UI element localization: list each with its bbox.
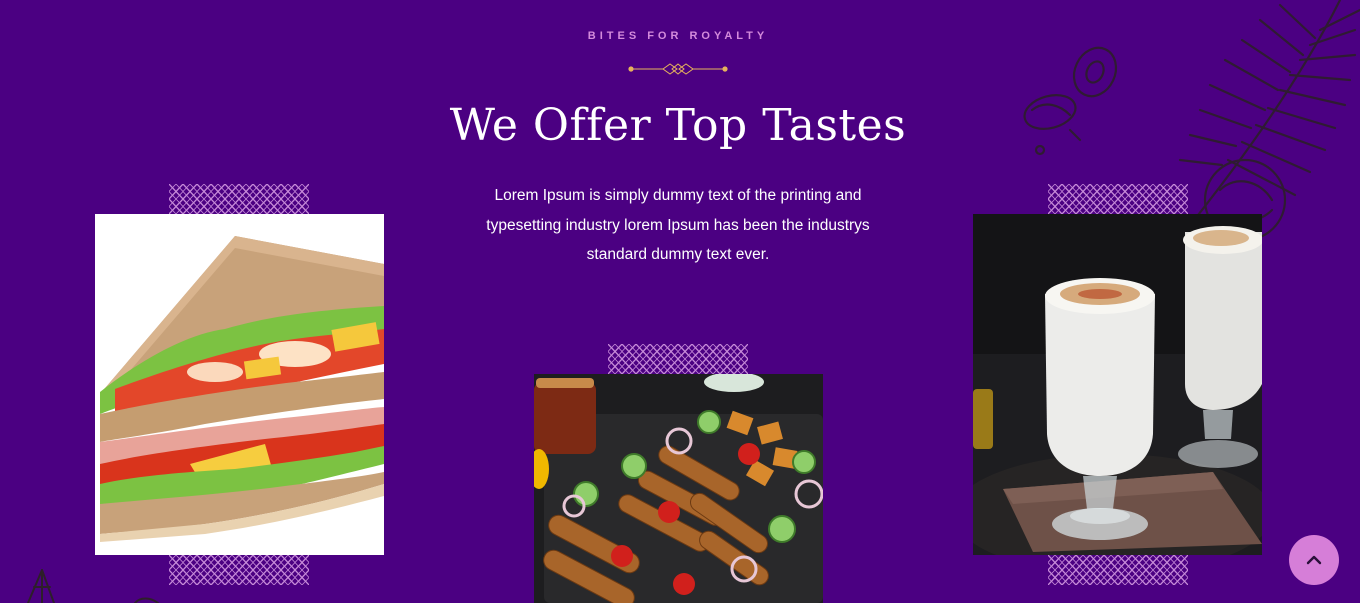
chevron-up-icon [1306, 555, 1322, 565]
sandwich-image [95, 214, 384, 555]
diamond-divider-icon [628, 63, 728, 75]
gallery-item-kebab [534, 374, 823, 603]
lattice-pattern-bottom-1 [169, 555, 309, 585]
lattice-pattern-top-3 [1048, 184, 1188, 214]
tastes-section: BITES FOR ROYALTY We Offer Top Tastes Lo… [0, 0, 1360, 603]
section-description: Lorem Ipsum is simply dummy text of the … [486, 187, 870, 263]
lattice-pattern-top-1 [169, 184, 309, 214]
gallery-item-lassi [973, 214, 1262, 555]
section-title: We Offer Top Tastes [449, 100, 907, 151]
lattice-pattern-bottom-3 [1048, 555, 1188, 585]
scroll-to-top-button[interactable] [1289, 535, 1339, 585]
bottom-leaf-decoration-icon [27, 569, 159, 603]
gallery-item-sandwich [95, 214, 384, 555]
section-eyebrow: BITES FOR ROYALTY [587, 30, 769, 42]
kebab-image [534, 374, 823, 603]
lattice-pattern-top-2 [608, 344, 748, 374]
lassi-image [973, 214, 1262, 555]
